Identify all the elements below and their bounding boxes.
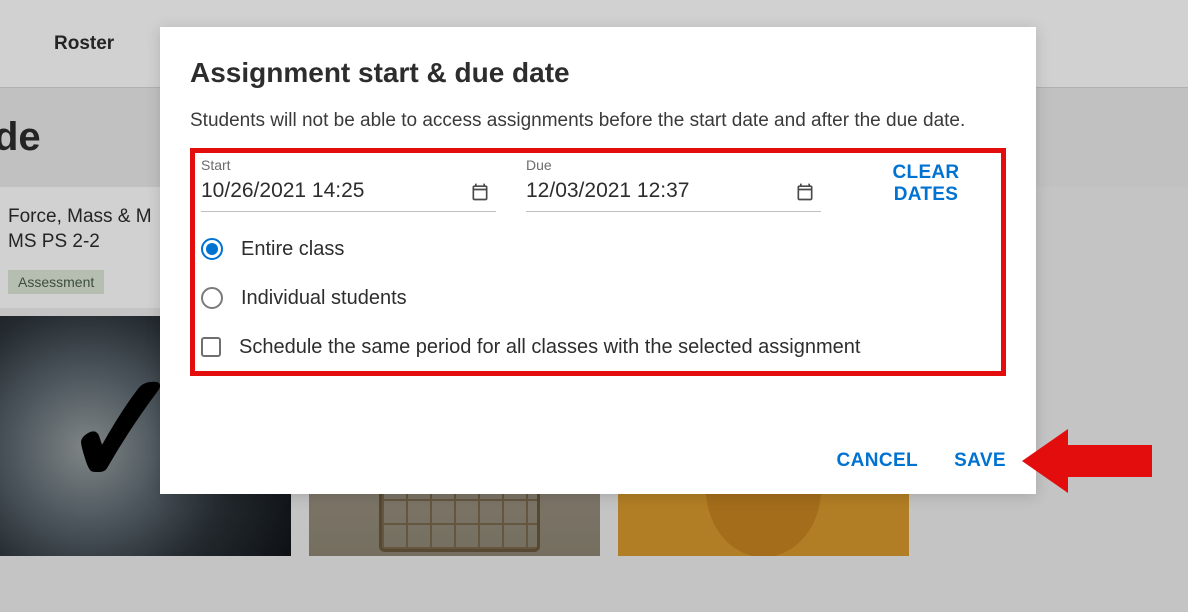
lesson-title-line1: Force, Mass & M [8,206,152,227]
radio-entire-class[interactable] [201,238,223,260]
due-date-label: Due [526,157,821,173]
due-date-input[interactable] [526,177,821,212]
radio-individual-row: Individual students [201,287,991,310]
tab-roster[interactable]: Roster [30,33,138,55]
start-date-field: Start [201,157,496,212]
checkbox-all-classes-label: Schedule the same period for all classes… [239,336,860,359]
start-date-input[interactable] [201,177,496,212]
lesson-title-line2: MS PS 2-2 [8,231,100,252]
modal-description: Students will not be able to access assi… [190,107,1006,136]
radio-individual-students[interactable] [201,287,223,309]
modal-title: Assignment start & due date [190,57,1006,89]
page-title-text: de [0,115,41,160]
start-date-label: Start [201,157,496,173]
date-row: Start Due CLEAR DATES [201,157,991,212]
cancel-button[interactable]: CANCEL [836,450,918,472]
checkbox-all-classes-row: Schedule the same period for all classes… [201,336,991,359]
checkbox-all-classes[interactable] [201,337,221,357]
highlight-box: Start Due CLEAR DATES Entire class Indi [190,148,1006,376]
radio-individual-label: Individual students [241,287,407,310]
radio-entire-class-label: Entire class [241,238,344,261]
modal-actions: CANCEL SAVE [836,450,1006,472]
save-button[interactable]: SAVE [954,450,1006,472]
assessment-badge: Assessment [8,270,104,294]
assignment-date-modal: Assignment start & due date Students wil… [160,27,1036,494]
due-date-field: Due [526,157,821,212]
radio-entire-class-row: Entire class [201,238,991,261]
clear-dates-button[interactable]: CLEAR DATES [861,162,991,206]
